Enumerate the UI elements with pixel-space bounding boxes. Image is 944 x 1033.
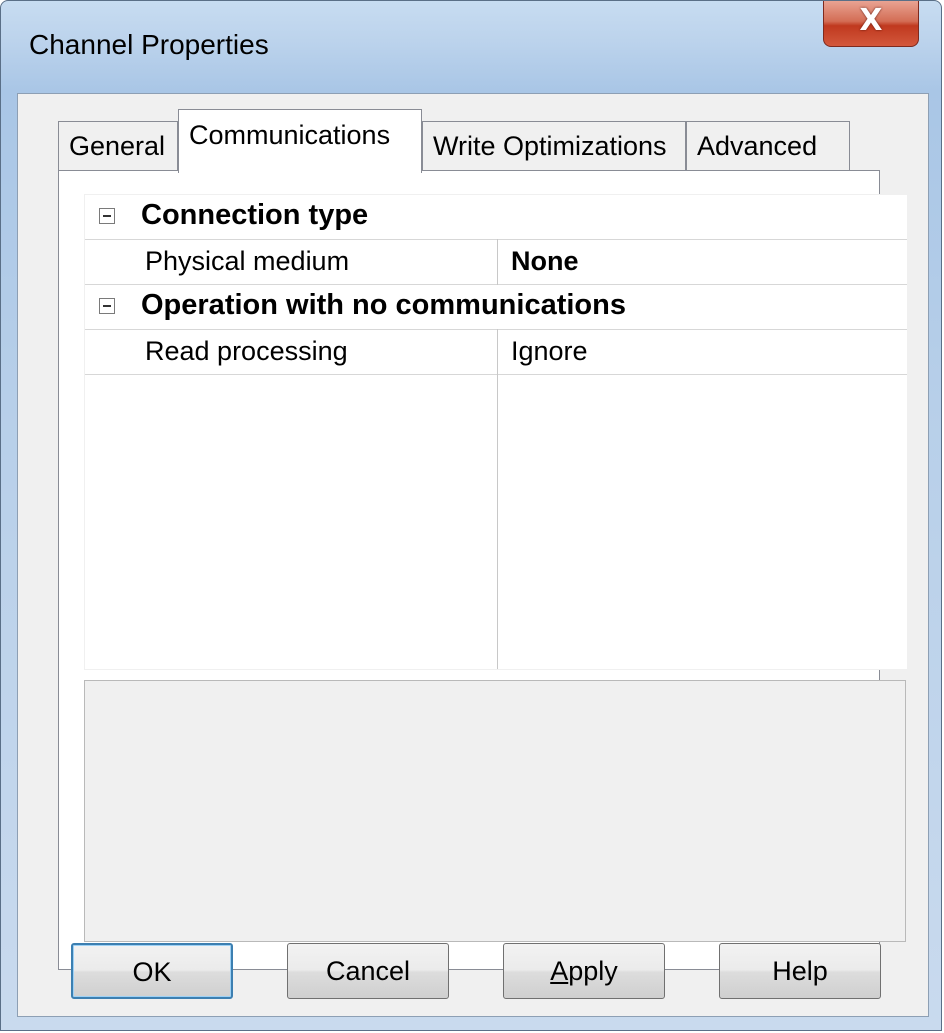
property-description-pane [84, 680, 906, 942]
property-name: Physical medium [145, 246, 350, 276]
help-button[interactable]: Help [719, 943, 881, 999]
tab-general[interactable]: General [58, 121, 178, 171]
collapse-minus-icon[interactable] [99, 298, 115, 314]
dialog-client-area: General Communications Write Optimizatio… [17, 93, 929, 1017]
category-label: Connection type [141, 199, 369, 231]
tab-write-optimizations[interactable]: Write Optimizations [422, 121, 686, 171]
title-bar[interactable]: Channel Properties X [1, 1, 941, 93]
collapse-minus-icon[interactable] [99, 208, 115, 224]
property-row-read-processing[interactable]: Read processing Ignore [85, 329, 907, 375]
apply-mnemonic: A [550, 956, 569, 986]
cancel-button[interactable]: Cancel [287, 943, 449, 999]
property-name: Read processing [145, 336, 348, 366]
dialog-window: Channel Properties X General Communicati… [0, 0, 942, 1031]
tab-advanced[interactable]: Advanced [686, 121, 850, 171]
property-row-physical-medium[interactable]: Physical medium None [85, 239, 907, 285]
category-connection-type[interactable]: Connection type [85, 195, 907, 239]
property-value[interactable]: Ignore [511, 336, 588, 367]
property-grid[interactable]: Connection type Physical medium None Ope… [84, 194, 908, 670]
tab-communications[interactable]: Communications [178, 109, 422, 173]
close-icon: X [859, 3, 883, 38]
property-value[interactable]: None [511, 246, 579, 277]
category-label: Operation with no communications [141, 289, 626, 321]
window-title: Channel Properties [29, 29, 269, 60]
column-divider[interactable] [497, 239, 498, 285]
apply-button[interactable]: Apply [503, 943, 665, 999]
ok-button[interactable]: OK [71, 943, 233, 999]
apply-label-rest: pply [568, 956, 618, 986]
close-button[interactable]: X [823, 1, 919, 47]
category-operation-no-comms[interactable]: Operation with no communications [85, 285, 907, 329]
column-divider[interactable] [497, 329, 498, 669]
